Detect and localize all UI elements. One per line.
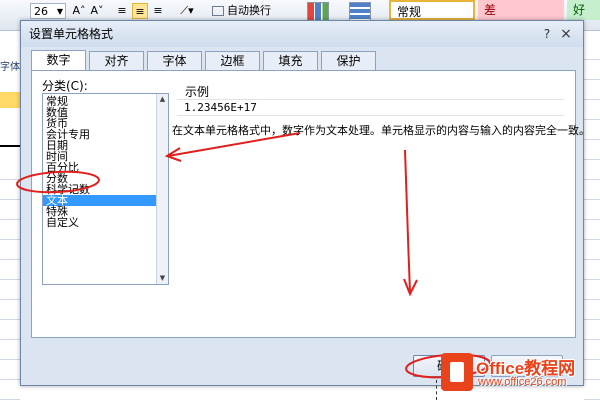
category-label: 分类(C): bbox=[42, 79, 88, 93]
font-size-select[interactable]: 26 ▼ bbox=[30, 3, 66, 19]
dialog-title: 设置单元格格式 bbox=[29, 27, 114, 41]
style-good[interactable]: 好 bbox=[567, 0, 600, 20]
category-scrollbar[interactable]: ▲ ▼ bbox=[156, 94, 168, 284]
tab-alignment[interactable]: 对齐 bbox=[89, 51, 144, 70]
sheet-border-line bbox=[0, 145, 20, 147]
scroll-down-icon[interactable]: ▼ bbox=[157, 273, 168, 284]
font-group-label: 字体 bbox=[0, 62, 20, 73]
sheet-grid-right bbox=[584, 40, 600, 400]
wrap-text-label: 自动换行 bbox=[227, 4, 271, 17]
tab-number[interactable]: 数字 bbox=[31, 50, 86, 71]
dialog-title-bar: 设置单元格格式 ? × bbox=[21, 21, 583, 47]
watermark-url: www.office26.com bbox=[478, 376, 567, 388]
align-top-icon[interactable]: ≡ bbox=[114, 3, 130, 19]
scroll-up-icon[interactable]: ▲ bbox=[157, 94, 168, 105]
format-description: 在文本单元格格式中，数字作为文本处理。单元格显示的内容与输入的内容完全一致。 bbox=[172, 124, 590, 137]
style-bad[interactable]: 差 bbox=[478, 0, 564, 20]
wrap-text-icon bbox=[212, 6, 224, 16]
help-icon[interactable]: ? bbox=[539, 21, 555, 47]
wrap-text-button[interactable]: 自动换行 bbox=[212, 3, 271, 19]
format-cells-dialog: 设置单元格格式 ? × 数字 对齐 字体 边框 填充 保护 分类(C): 常规 … bbox=[20, 20, 590, 386]
tab-protection[interactable]: 保护 bbox=[321, 51, 376, 70]
shrink-font-button[interactable]: A˅ bbox=[90, 3, 104, 19]
tab-font[interactable]: 字体 bbox=[147, 51, 202, 70]
chevron-down-icon: ▼ bbox=[56, 7, 63, 16]
tab-border[interactable]: 边框 bbox=[205, 51, 260, 70]
office-logo-icon bbox=[441, 353, 473, 391]
list-item[interactable]: 自定义 bbox=[46, 217, 146, 228]
sheet-header-strip bbox=[0, 92, 20, 108]
font-size-value: 26 bbox=[34, 5, 48, 18]
category-list[interactable]: 常规 数值 货币 会计专用 日期 时间 百分比 分数 科学记数 文本 特殊 自定… bbox=[42, 93, 169, 285]
align-bottom-icon[interactable]: ≡ bbox=[150, 3, 166, 19]
sheet-grid-left bbox=[0, 160, 20, 400]
sheet-dashed-line bbox=[436, 380, 437, 400]
orientation-icon[interactable]: ⟋▾ bbox=[176, 3, 198, 19]
style-normal[interactable]: 常规 bbox=[389, 0, 475, 20]
grow-font-button[interactable]: A˄ bbox=[72, 3, 86, 19]
align-middle-icon[interactable]: ≡ bbox=[132, 3, 148, 19]
sample-preview: 1.23456E+17 bbox=[177, 99, 564, 116]
sample-label: 示例 bbox=[185, 85, 210, 99]
tab-fill[interactable]: 填充 bbox=[263, 51, 318, 70]
number-tab-panel: 分类(C): 常规 数值 货币 会计专用 日期 时间 百分比 分数 科学记数 文… bbox=[31, 70, 590, 338]
close-icon[interactable]: × bbox=[557, 21, 575, 47]
